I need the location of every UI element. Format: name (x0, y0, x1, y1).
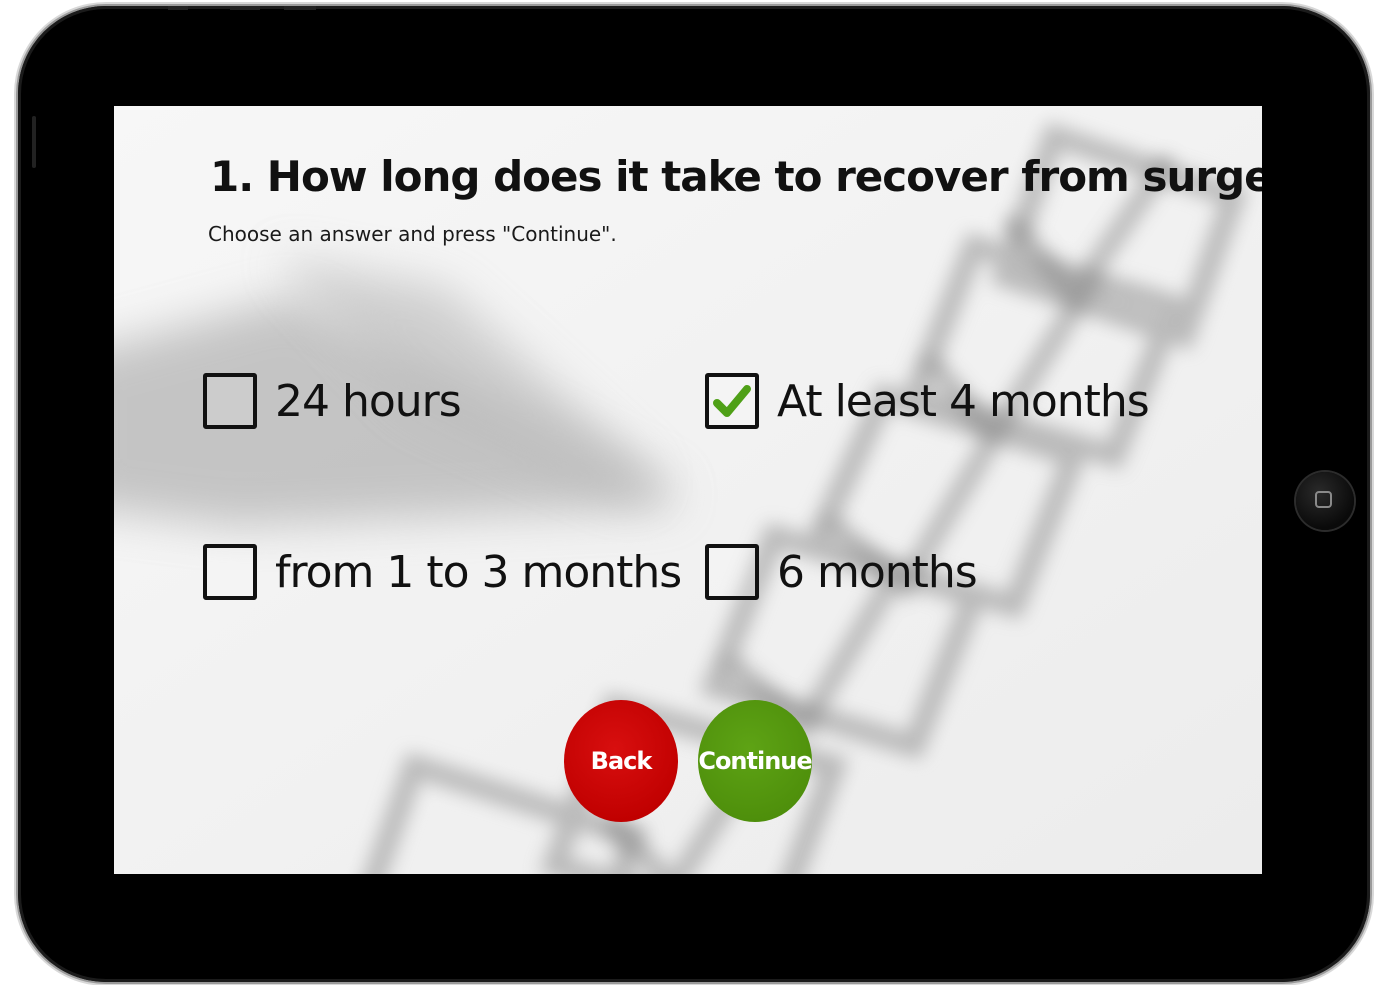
continue-button[interactable]: Continue (698, 700, 813, 822)
home-button[interactable] (1296, 472, 1354, 530)
option-at-least-4-months[interactable]: At least 4 months (705, 373, 1150, 429)
checkbox-checked[interactable] (705, 373, 759, 429)
home-button-icon (1315, 491, 1332, 508)
checkbox-unchecked[interactable] (203, 544, 257, 600)
option-label: At least 4 months (777, 375, 1150, 427)
checkbox-unchecked[interactable] (203, 373, 257, 429)
option-label: 24 hours (275, 375, 462, 427)
instruction-text: Choose an answer and press "Continue". (208, 222, 617, 246)
check-icon (713, 385, 751, 417)
quiz-screen: 1. How long does it take to recover from… (114, 106, 1262, 874)
option-6-months[interactable]: 6 months (705, 544, 978, 600)
top-button (168, 6, 188, 10)
option-24-hours[interactable]: 24 hours (203, 373, 462, 429)
option-label: from 1 to 3 months (275, 546, 682, 598)
option-1-to-3-months[interactable]: from 1 to 3 months (203, 544, 682, 600)
volume-button (32, 116, 36, 168)
top-button (230, 6, 260, 10)
back-button[interactable]: Back (564, 700, 678, 822)
option-label: 6 months (777, 546, 978, 598)
checkbox-unchecked[interactable] (705, 544, 759, 600)
top-button (284, 6, 316, 10)
question-title: 1. How long does it take to recover from… (210, 152, 1262, 201)
